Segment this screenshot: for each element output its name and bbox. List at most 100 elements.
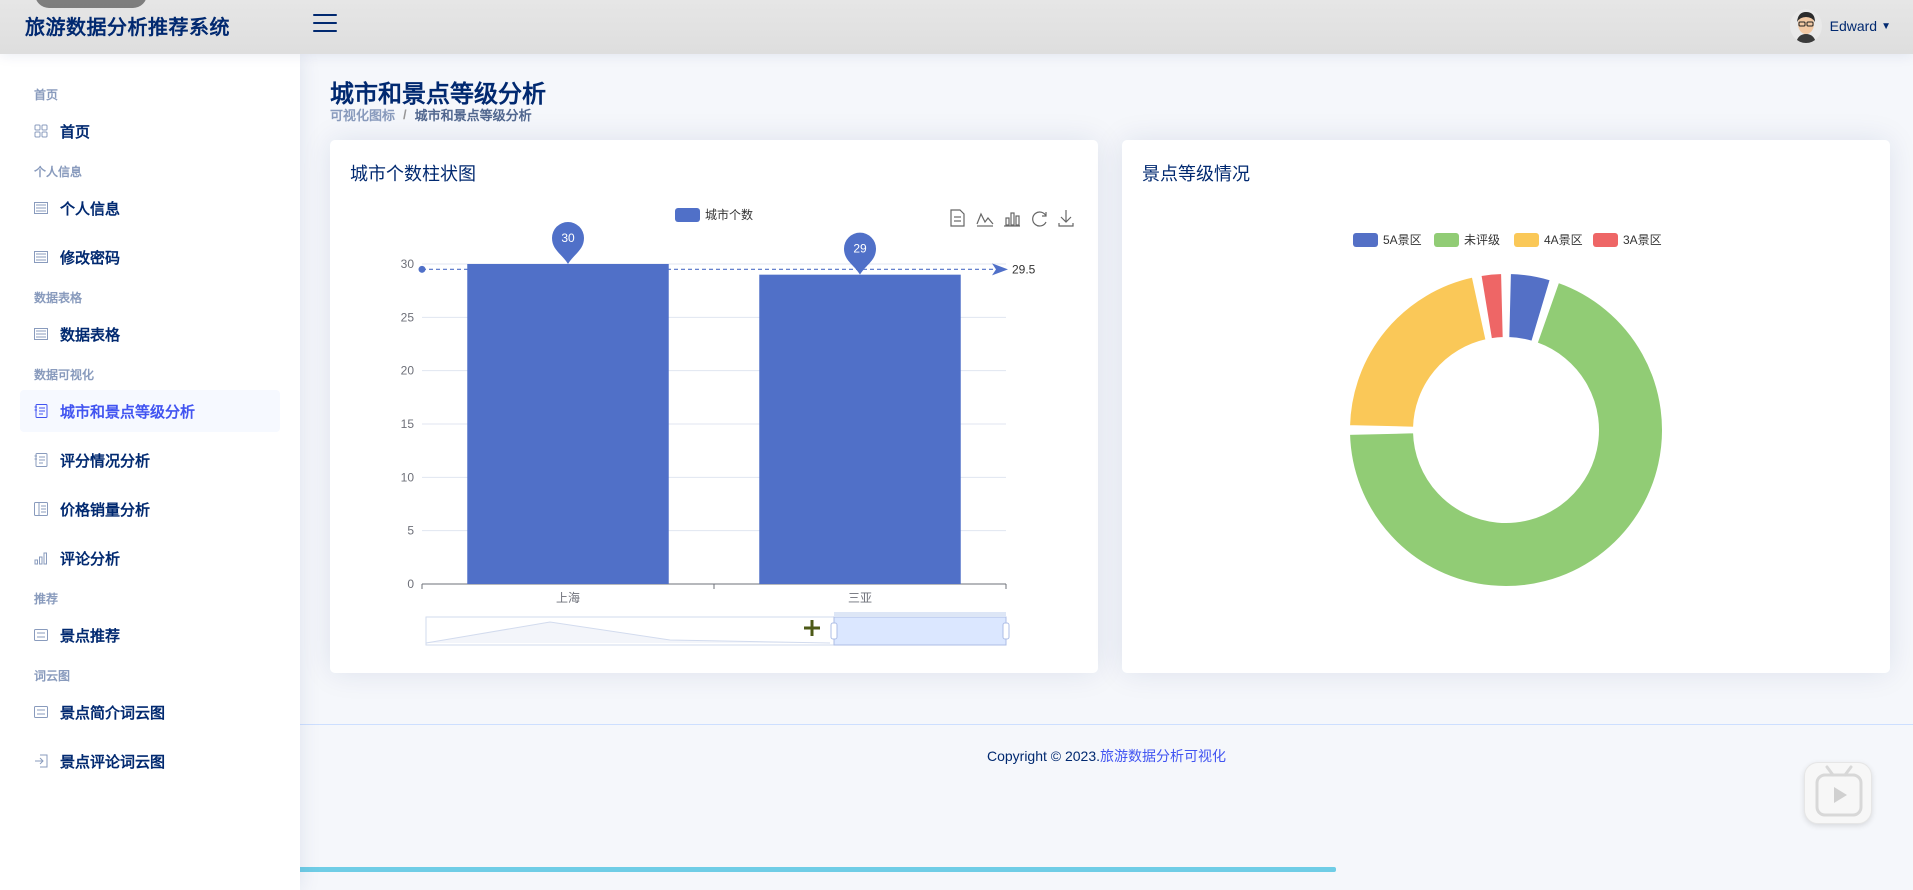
y-tick-label: 15: [401, 417, 415, 431]
donut-chart[interactable]: 5A景区 未评级 4A景区 3A景区: [1122, 140, 1890, 673]
y-tick-label: 25: [401, 310, 415, 324]
restore-icon: [1032, 211, 1047, 227]
legend-swatch: [1514, 233, 1539, 247]
sidebar-item-data-table[interactable]: 数据表格: [20, 313, 280, 355]
breadcrumb-separator: /: [403, 107, 407, 122]
play-icon: [1815, 765, 1863, 817]
mark-point: 29: [844, 232, 876, 275]
y-tick-label: 20: [401, 364, 415, 378]
sidebar-item-comment-analysis[interactable]: 评论分析: [20, 537, 280, 579]
toggle-sidebar-icon[interactable]: [313, 14, 337, 34]
sidebar-heading: 词云图: [34, 669, 71, 683]
chart-legend: 城市个数: [675, 207, 753, 222]
x-tick-label: 上海: [556, 590, 580, 605]
sidebar-item-home[interactable]: 首页: [20, 110, 280, 152]
mark-point-label: 30: [561, 231, 575, 245]
sidebar-item-label: 个人信息: [60, 200, 121, 218]
mark-point: 30: [552, 222, 584, 264]
breadcrumb-current: 城市和景点等级分析: [414, 108, 532, 123]
sidebar-item-comment-wordcloud[interactable]: 景点评论词云图: [20, 740, 280, 782]
sidebar-item-city-level-analysis[interactable]: 城市和景点等级分析: [20, 390, 280, 432]
sidebar-item-label: 景点评论词云图: [60, 753, 166, 771]
sidebar-item-label: 城市和景点等级分析: [60, 403, 196, 421]
footer: Copyright © 2023.旅游数据分析可视化: [300, 746, 1913, 766]
top-header: 旅游数据分析推荐系统 Edward ▼: [0, 0, 1913, 54]
breadcrumb-link[interactable]: 可视化图标: [330, 105, 395, 124]
y-tick-label: 30: [401, 257, 415, 271]
datazoom-slider: [425, 612, 1010, 646]
bar-chart-card: 城市个数柱状图 城市个数 0 5 10 15 20 25 30 上海 三亚 30 29 29.5: [330, 140, 1098, 673]
sidebar-heading: 首页: [34, 88, 59, 102]
legend-swatch: [675, 208, 700, 222]
sidebar-item-label: 修改密码: [60, 249, 121, 267]
page-title: 城市和景点等级分析: [330, 81, 546, 108]
sidebar-item-label: 首页: [60, 123, 91, 141]
sidebar-item-label: 数据表格: [60, 326, 121, 344]
grid-icon: [34, 124, 48, 138]
bar-chart-icon: [34, 552, 47, 565]
sidebar-heading: 推荐: [34, 592, 59, 606]
bar-icon: [1004, 212, 1020, 227]
pie-slice: [1348, 275, 1488, 429]
legend-swatch: [1434, 233, 1459, 247]
list-icon: [34, 706, 48, 718]
sidebar: 首页 首页 个人信息 个人信息 修改密码 数据表格 数据表格 数据可视化 城市和…: [0, 54, 300, 890]
legend-label: 未评级: [1464, 233, 1500, 247]
sidebar-heading: 个人信息: [34, 165, 83, 179]
bar: [467, 264, 669, 584]
app-title[interactable]: 旅游数据分析推荐系统: [25, 11, 230, 40]
box-arrow-in-icon: [35, 754, 48, 768]
x-tick-label: 三亚: [848, 591, 872, 605]
play-button[interactable]: [1804, 762, 1872, 824]
sidebar-item-label: 景点简介词云图: [60, 704, 166, 722]
legend-swatch: [1593, 233, 1618, 247]
logo-image: [35, 0, 147, 8]
legend-swatch: [1353, 233, 1378, 247]
move-cursor-icon: [804, 620, 820, 636]
bar: [759, 274, 961, 584]
bar-chart[interactable]: 城市个数 0 5 10 15 20 25 30 上海 三亚 30 29 29.5: [330, 140, 1098, 673]
user-name: Edward: [1829, 18, 1878, 34]
pie-chart-card: 景点等级情况 5A景区 未评级 4A景区 3A景区: [1122, 140, 1890, 673]
legend-label: 4A景区: [1544, 233, 1583, 247]
chart-legend: 5A景区 未评级 4A景区 3A景区: [1353, 233, 1662, 247]
sidebar-item-label: 景点推荐: [60, 627, 121, 645]
copyright-text: Copyright © 2023.: [986, 748, 1101, 764]
card-list-icon: [34, 328, 48, 340]
sidebar-item-label: 价格销量分析: [60, 501, 151, 519]
footer-brand-link[interactable]: 旅游数据分析可视化: [1100, 748, 1226, 764]
footer-divider: [300, 724, 1913, 725]
y-tick-label: 0: [407, 577, 414, 591]
sidebar-item-profile[interactable]: 个人信息: [20, 187, 280, 229]
sidebar-item-price-sales-analysis[interactable]: 价格销量分析: [20, 488, 280, 530]
sidebar-item-intro-wordcloud[interactable]: 景点简介词云图: [20, 691, 280, 733]
sidebar-heading: 数据表格: [34, 291, 83, 305]
sidebar-item-rating-analysis[interactable]: 评分情况分析: [20, 439, 280, 481]
datazoom-selected-range: [833, 616, 1007, 646]
sidebar-heading: 数据可视化: [34, 368, 95, 382]
journal-text-icon: [34, 404, 48, 418]
breadcrumb: 可视化图标 / 城市和景点等级分析: [330, 105, 532, 124]
legend-label: 城市个数: [705, 207, 753, 222]
sidebar-item-label: 评论分析: [60, 550, 121, 568]
mark-point-label: 29: [853, 242, 867, 256]
line-icon: [976, 212, 994, 225]
legend-label: 3A景区: [1623, 233, 1662, 247]
sidebar-item-attraction-recommend[interactable]: 景点推荐: [20, 614, 280, 656]
list-icon: [34, 629, 48, 641]
mark-line-label: 29.5: [1012, 262, 1036, 276]
layout-text-icon: [34, 502, 48, 516]
legend-label: 5A景区: [1383, 233, 1422, 247]
sidebar-item-label: 评分情况分析: [60, 452, 151, 470]
data-view-icon: [950, 209, 965, 227]
card-list-icon: [34, 251, 48, 263]
avatar: [1789, 9, 1822, 43]
card-list-icon: [34, 202, 48, 214]
user-menu[interactable]: Edward ▼: [1789, 9, 1891, 43]
y-tick-label: 5: [407, 524, 414, 538]
sidebar-item-change-password[interactable]: 修改密码: [20, 236, 280, 278]
y-tick-label: 10: [401, 470, 415, 484]
journal-text-icon: [34, 453, 48, 467]
chart-toolbox: [950, 209, 1074, 227]
download-icon: [1058, 210, 1074, 227]
